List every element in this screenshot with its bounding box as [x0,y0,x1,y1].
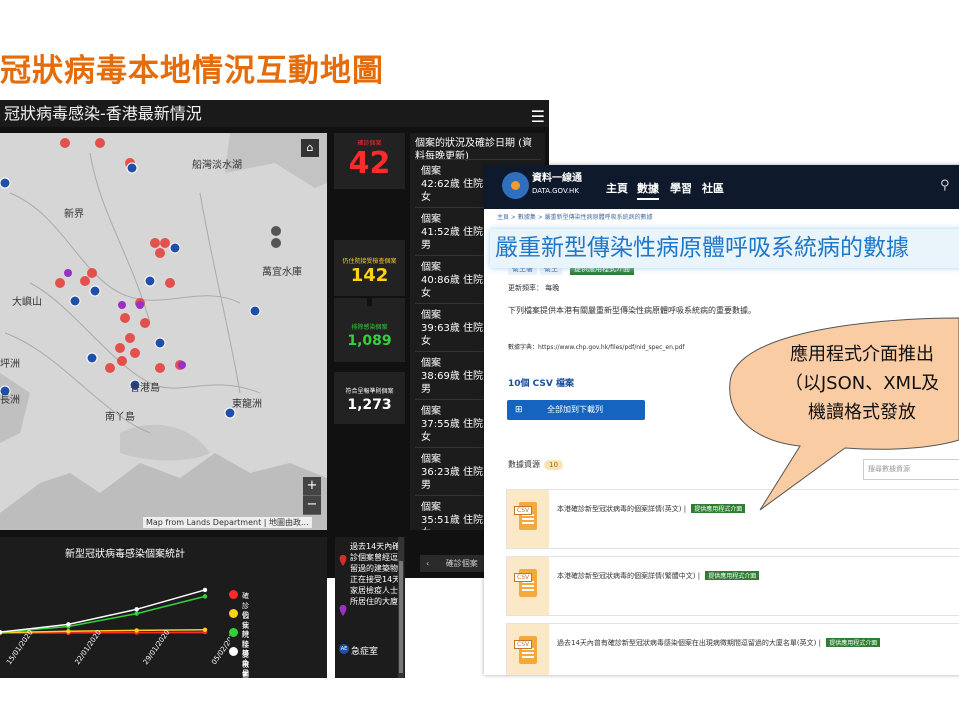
callout-line1: 應用程式介面推出 [790,344,934,365]
callout-text: 應用程式介面推出 （以JSON、XML及 機讀格式發放 [742,340,959,427]
callout-line2: （以JSON、XML及 [784,373,940,394]
callout-line3: 機讀格式發放 [808,402,916,423]
